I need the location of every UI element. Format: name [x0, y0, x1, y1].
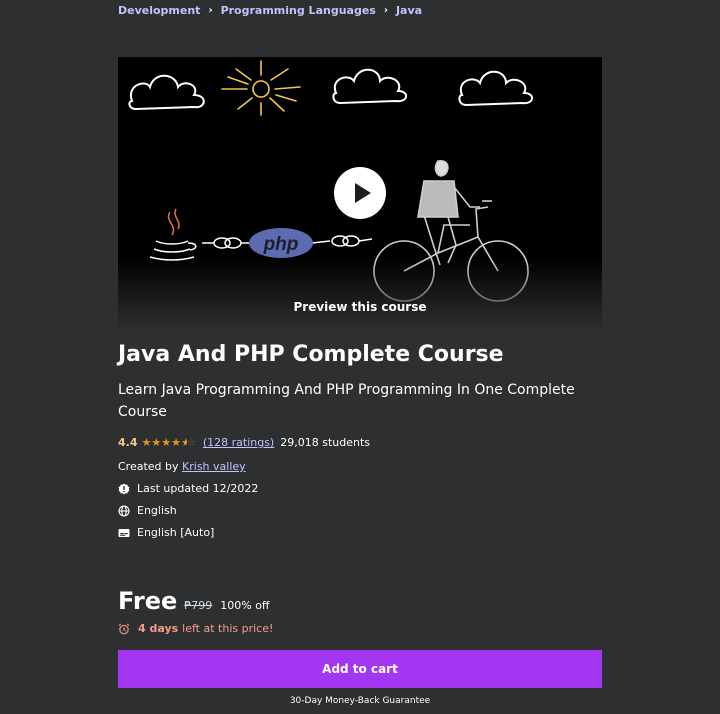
breadcrumb: Development › Programming Languages › Ja… [118, 4, 422, 17]
cloud-2 [332, 68, 407, 105]
course-subtitle: Learn Java Programming And PHP Programmi… [118, 382, 575, 420]
add-to-cart-button[interactable]: Add to cart [118, 650, 602, 688]
original-price: ₱799 [184, 599, 213, 612]
ratings-count-link[interactable]: (128 ratings) [203, 436, 274, 449]
timer-suffix: left at this price! [182, 622, 274, 635]
globe-icon [118, 504, 130, 517]
breadcrumb-development[interactable]: Development [118, 4, 200, 17]
alarm-clock-icon [118, 623, 130, 634]
preview-overlay [118, 257, 602, 327]
rating-value: 4.4 [118, 436, 138, 449]
last-updated-text: Last updated 12/2022 [137, 482, 259, 495]
last-updated-row: Last updated 12/2022 [118, 482, 258, 495]
java-logo [149, 208, 197, 261]
creator-row: Created by Krish valley [118, 460, 246, 473]
breadcrumb-separator-1: › [208, 5, 213, 16]
captions-row: English [Auto] [118, 526, 214, 539]
breadcrumb-java[interactable]: Java [396, 4, 422, 17]
preview-label[interactable]: Preview this course [118, 300, 602, 314]
created-by-label: Created by [118, 460, 179, 473]
cloud-3 [458, 70, 533, 107]
days-left: 4 days [138, 622, 179, 635]
creator-link[interactable]: Krish valley [182, 460, 246, 473]
captions-text: English [Auto] [137, 526, 215, 539]
course-title: Java And PHP Complete Course [118, 342, 504, 367]
rating-row: 4.4 ★★★★★☆ (128 ratings) 29,018 students [118, 436, 370, 449]
alert-badge-icon [118, 483, 130, 494]
course-preview[interactable]: php Preview this course [118, 57, 602, 327]
language-text: English [137, 504, 177, 517]
price-row: Free ₱799 100% off [118, 587, 270, 615]
breadcrumb-separator-2: › [383, 5, 388, 16]
cloud-1 [128, 74, 205, 111]
language-row: English [118, 504, 177, 517]
play-icon[interactable] [334, 167, 386, 219]
breadcrumb-programming-languages[interactable]: Programming Languages [221, 4, 376, 17]
star-rating-icon: ★★★★★☆ [141, 436, 197, 449]
php-logo-text: php [263, 234, 299, 255]
closed-captions-icon [118, 528, 130, 537]
money-back-guarantee: 30-Day Money-Back Guarantee [289, 696, 431, 706]
current-price: Free [118, 587, 178, 615]
sun [221, 60, 301, 116]
students-count: 29,018 students [280, 436, 371, 449]
discount-percent: 100% off [220, 599, 270, 612]
discount-timer: 4 days left at this price! [118, 622, 273, 635]
